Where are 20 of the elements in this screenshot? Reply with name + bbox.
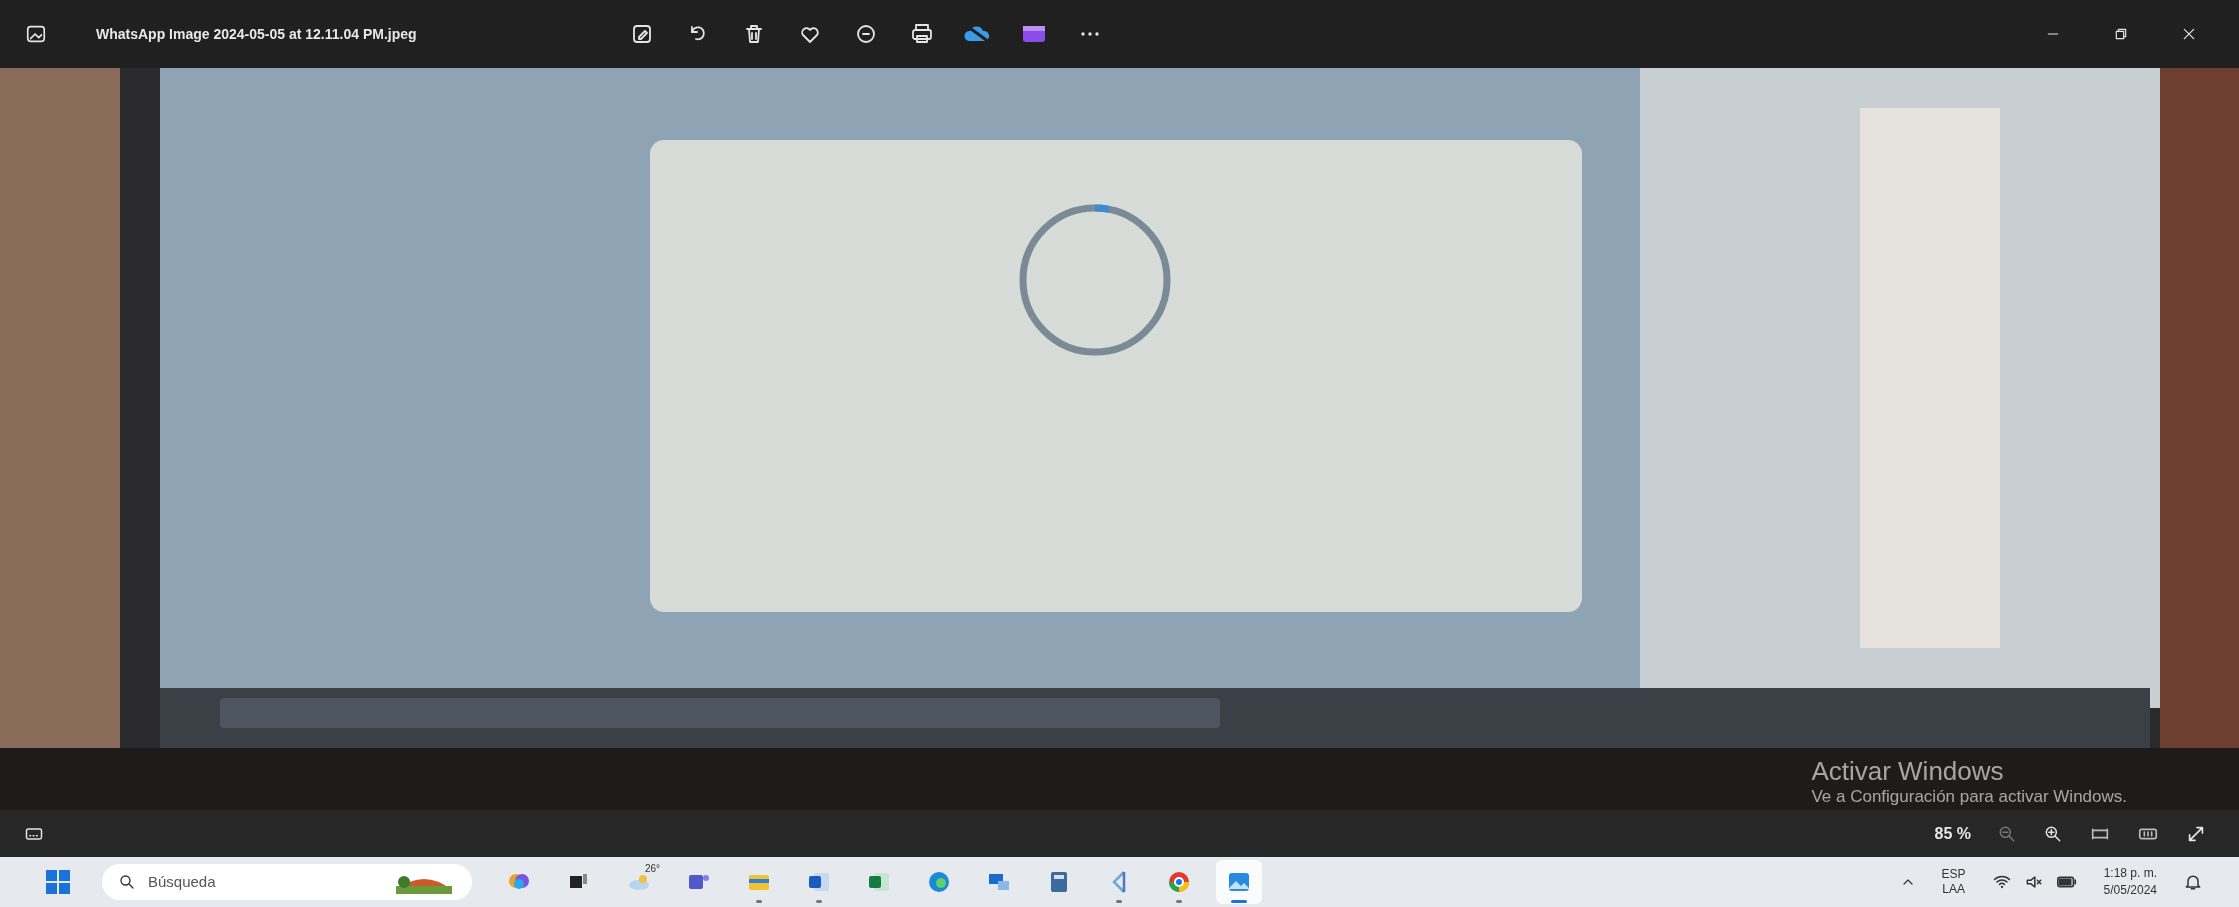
search-field[interactable]: Búsqueda <box>102 864 472 900</box>
taskbar-app-button[interactable]: 26° <box>616 860 662 904</box>
zoom-level: 85 % <box>1934 823 1971 844</box>
running-indicator <box>756 900 762 903</box>
running-indicator <box>1176 900 1182 903</box>
chrome-icon <box>1166 869 1192 895</box>
activation-title: Activar Windows <box>1811 756 2005 786</box>
running-indicator <box>1116 900 1122 903</box>
language-indicator: ESP <box>1941 867 1966 882</box>
language-indicator: LAA <box>1942 882 1965 897</box>
temperature: 26° <box>644 862 660 876</box>
search-icon <box>118 873 136 891</box>
running-indicator <box>1231 900 1247 903</box>
clock-date: 5/05/2024 <box>2103 882 2157 899</box>
clock-time: 1:18 p. m. <box>2103 865 2157 882</box>
activation-subtitle: Ve a Configuración para activar Windows. <box>1811 786 2127 808</box>
window-title: WhatsApp Image 2024-05-05 at 12.11.04 PM.jpeg <box>96 24 417 44</box>
running-indicator <box>816 900 822 903</box>
search-input[interactable]: Búsqueda <box>148 870 380 894</box>
browser-icon <box>926 869 952 895</box>
